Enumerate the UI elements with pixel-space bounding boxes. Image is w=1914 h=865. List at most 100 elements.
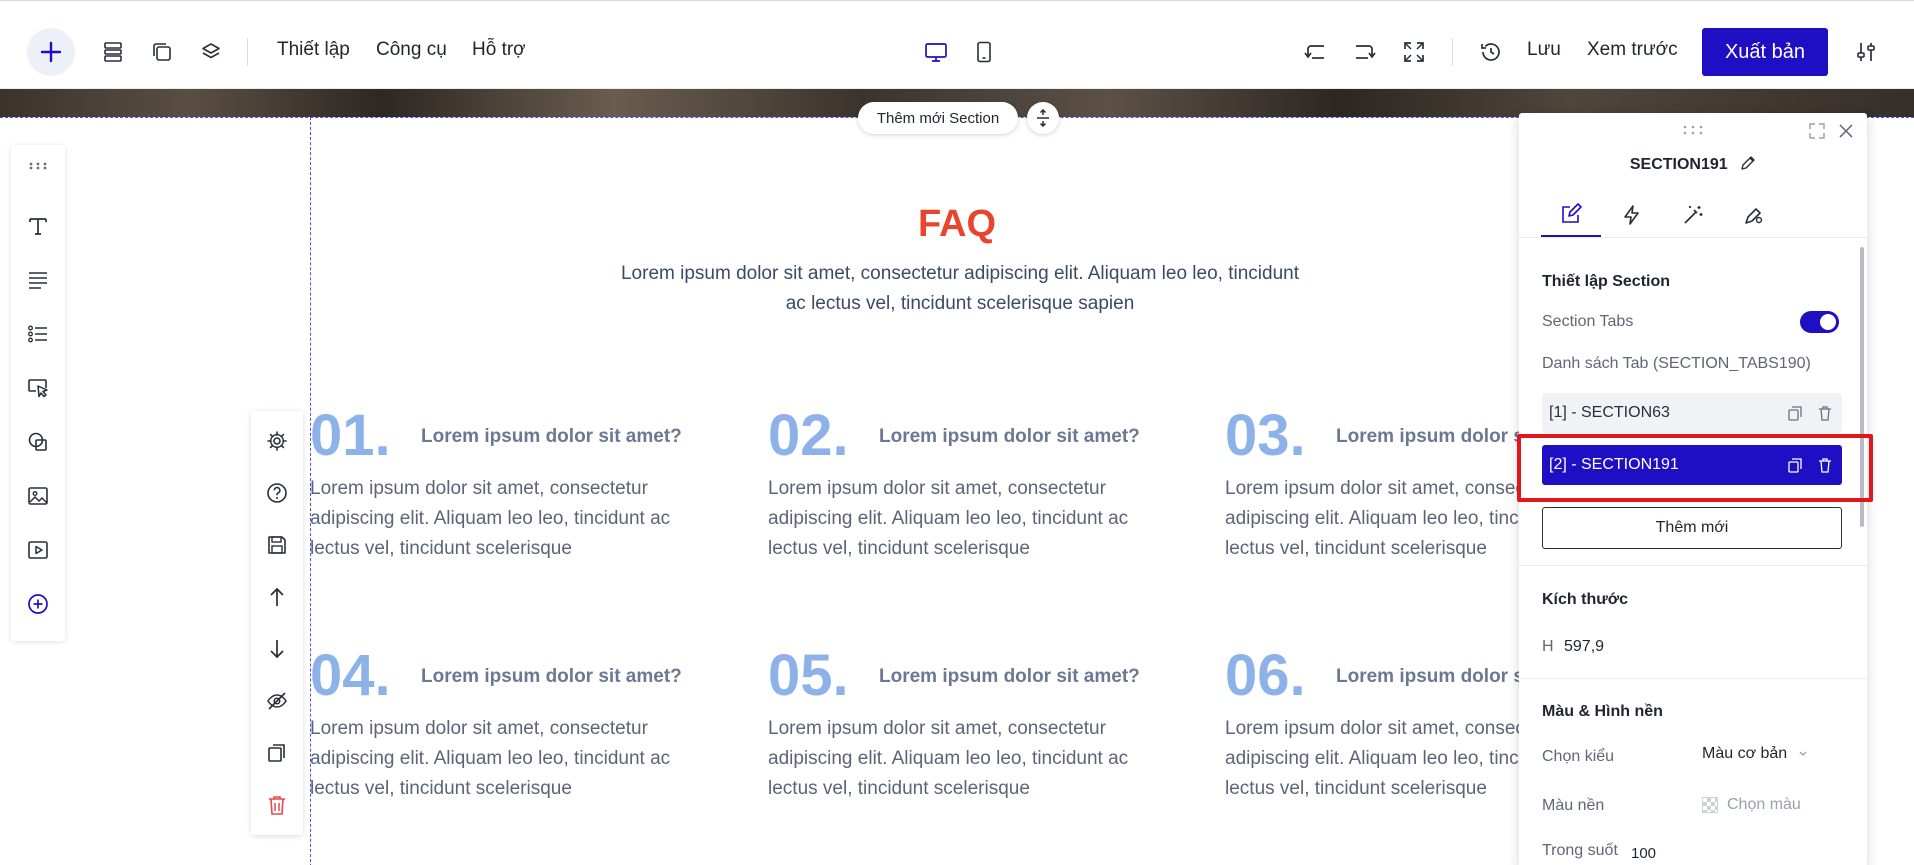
style-select[interactable]: Màu cơ bản: [1702, 745, 1822, 763]
section-name: SECTION191: [1629, 156, 1728, 173]
trash-icon: [1819, 406, 1831, 421]
tab-list-item-active[interactable]: [2] - SECTION191: [1542, 445, 1842, 485]
add-tab-button[interactable]: Thêm mới: [1542, 507, 1842, 549]
delete-section-button[interactable]: [263, 791, 291, 819]
magic-wand-icon: [1684, 206, 1703, 224]
panel-divider: [1519, 565, 1867, 566]
faq-answer: Lorem ipsum dolor sit amet, consectetur …: [310, 718, 671, 799]
style-label: Chọn kiểu: [1542, 748, 1615, 765]
history-icon: [1481, 43, 1500, 61]
preview-button[interactable]: Xem trước: [1587, 39, 1678, 61]
panel-close-button[interactable]: [1838, 123, 1854, 139]
bg-color-label: Màu nền: [1542, 797, 1605, 814]
menu-tools[interactable]: Công cụ: [376, 39, 447, 61]
faq-subtitle[interactable]: Lorem ipsum dolor sit amet, consectetur …: [620, 259, 1300, 319]
faq-number: 02.: [768, 403, 849, 468]
section-tabs-toggle[interactable]: [1800, 311, 1839, 333]
undo-button[interactable]: [1302, 38, 1330, 66]
faq-number: 04.: [310, 643, 391, 708]
tab-list-item[interactable]: [1] - SECTION63: [1542, 393, 1842, 433]
add-text-button[interactable]: [22, 210, 54, 242]
move-section-down-button[interactable]: [263, 635, 291, 663]
bg-color-placeholder: Chọn màu: [1727, 796, 1801, 813]
duplicate-tab-button[interactable]: [1785, 403, 1805, 423]
add-video-button[interactable]: [22, 534, 54, 566]
add-shape-button[interactable]: [22, 426, 54, 458]
add-button-element[interactable]: [22, 372, 54, 404]
resize-vertical-icon: [1037, 109, 1049, 127]
move-section-up-button[interactable]: [263, 583, 291, 611]
paragraph-icon: [29, 272, 47, 289]
desktop-icon: [925, 43, 947, 62]
pen-settings-icon: [1745, 208, 1763, 224]
menu-help[interactable]: Hỗ trợ: [472, 39, 526, 61]
section-help-button[interactable]: [263, 479, 291, 507]
panel-drag-handle[interactable]: [1682, 125, 1704, 135]
tab-advanced[interactable]: [1724, 193, 1784, 237]
toolbar-divider: [247, 38, 248, 66]
undo-icon: [1304, 45, 1324, 59]
chevron-down-icon: [1799, 751, 1807, 756]
menu-settings[interactable]: Thiết lập: [277, 39, 350, 61]
mobile-view-button[interactable]: [970, 38, 998, 66]
delete-tab-button[interactable]: [1815, 403, 1835, 423]
more-elements-button[interactable]: [22, 588, 54, 620]
opacity-input[interactable]: 100: [1631, 845, 1656, 862]
sections-icon: [104, 42, 122, 62]
panel-divider: [1519, 237, 1867, 238]
tab-design[interactable]: [1541, 193, 1601, 237]
history-button[interactable]: [1477, 38, 1505, 66]
faq-answer: Lorem ipsum dolor sit amet, consectetur …: [310, 478, 671, 559]
hide-section-button[interactable]: [263, 687, 291, 715]
height-input[interactable]: 597,9: [1564, 638, 1604, 656]
add-list-button[interactable]: [22, 318, 54, 350]
edit-name-icon[interactable]: [1740, 155, 1756, 171]
tab-effects[interactable]: [1663, 193, 1723, 237]
section-resize-handle[interactable]: [1027, 102, 1059, 134]
advanced-settings-button[interactable]: [1852, 38, 1880, 66]
duplicate-section-button[interactable]: [263, 739, 291, 767]
top-toolbar: Thiết lập Công cụ Hỗ trợ Lưu Xem trước X…: [0, 0, 1914, 89]
background-heading: Màu & Hình nền: [1542, 703, 1663, 720]
arrow-up-icon: [270, 587, 284, 606]
mobile-icon: [977, 41, 991, 63]
desktop-view-button[interactable]: [922, 38, 950, 66]
publish-button[interactable]: Xuất bản: [1702, 28, 1828, 76]
toolbar-divider: [1452, 38, 1453, 66]
fullscreen-button[interactable]: [1400, 38, 1428, 66]
bg-color-picker[interactable]: Chọn màu: [1702, 793, 1842, 817]
add-paragraph-button[interactable]: [22, 264, 54, 296]
trash-icon: [1819, 458, 1831, 473]
sliders-icon: [1857, 43, 1875, 61]
arrow-down-icon: [270, 640, 284, 659]
save-button[interactable]: Lưu: [1527, 39, 1561, 61]
pages-button[interactable]: [148, 38, 176, 66]
panel-expand-button[interactable]: [1809, 123, 1825, 139]
layers-button[interactable]: [197, 38, 225, 66]
edit-icon: [1562, 203, 1582, 223]
panel-scrollbar[interactable]: [1860, 247, 1864, 527]
redo-button[interactable]: [1350, 38, 1378, 66]
delete-tab-button[interactable]: [1815, 455, 1835, 475]
add-element-button[interactable]: [27, 28, 75, 76]
panel-divider: [1519, 678, 1867, 679]
size-heading: Kích thước: [1542, 591, 1629, 608]
faq-number: 03.: [1225, 403, 1306, 468]
copy-pages-icon: [153, 43, 171, 61]
faq-question: Lorem ipsum dolor sit amet?: [421, 666, 682, 687]
toolbar-drag-handle[interactable]: [22, 150, 54, 182]
element-toolbar: [11, 145, 65, 641]
add-section-button[interactable]: Thêm mới Section: [858, 102, 1018, 134]
sections-button[interactable]: [99, 38, 127, 66]
close-icon: [1839, 124, 1853, 138]
gear-icon: [267, 431, 287, 451]
duplicate-tab-button[interactable]: [1785, 455, 1805, 475]
lightning-icon: [1624, 205, 1639, 225]
section-tabs-label: Section Tabs: [1542, 313, 1634, 330]
add-image-button[interactable]: [22, 480, 54, 512]
plus-circle-icon: [28, 594, 48, 614]
section-save-button[interactable]: [263, 531, 291, 559]
tab-events[interactable]: [1602, 193, 1662, 237]
section-settings-button[interactable]: [263, 427, 291, 455]
layers-icon: [202, 43, 220, 59]
